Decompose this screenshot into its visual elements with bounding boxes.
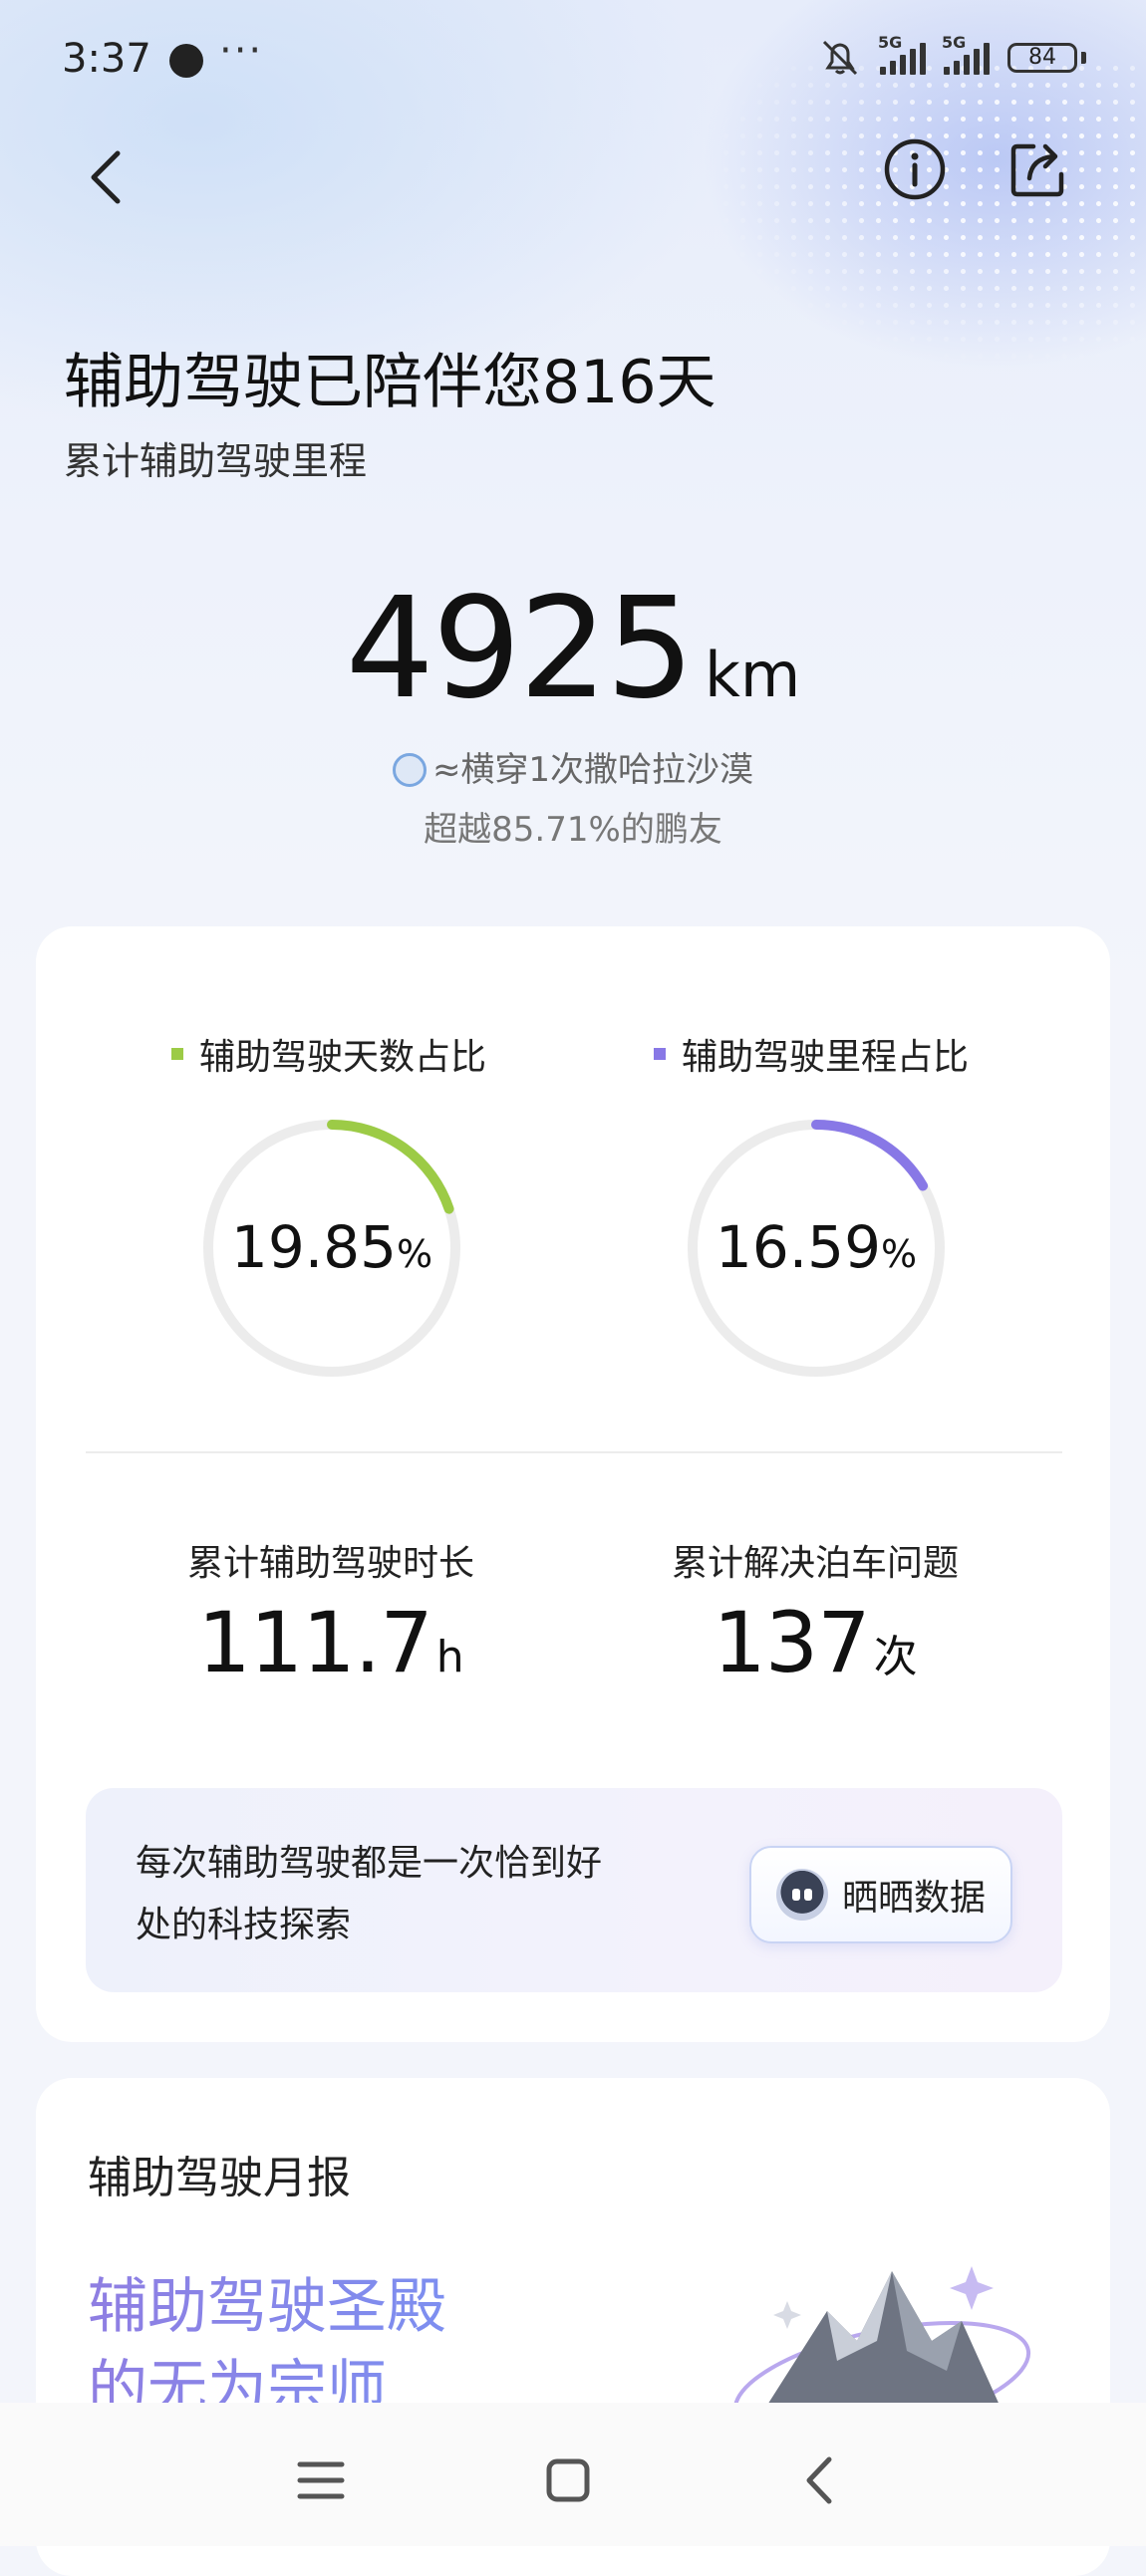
mileage-unit: km [704, 639, 801, 711]
robot-icon [775, 1869, 828, 1921]
share-data-label: 晒晒数据 [841, 1878, 986, 1919]
mileage-ratio-unit: % [880, 1232, 918, 1276]
more-notifications-icon: ··· [219, 28, 264, 74]
mileage-equivalent: ≈横穿1次撒哈拉沙漠 [0, 742, 1146, 791]
status-bar: 3:37 ··· 5G 5G 84 [0, 0, 1146, 120]
promo-text-line2: 处的科技探索 [136, 1905, 352, 1945]
mileage-value: 4925 [345, 568, 695, 730]
monthly-report-title: 辅助驾驶月报 [88, 2153, 351, 2203]
battery-icon: 84 [1007, 43, 1077, 73]
driving-duration-unit: h [435, 1632, 464, 1682]
hamburger-icon [297, 2461, 345, 2499]
share-data-button[interactable]: 晒晒数据 [749, 1846, 1012, 1943]
menu-key[interactable] [291, 2450, 351, 2510]
legend-marker-purple [654, 1048, 666, 1060]
promo-text-line1: 每次辅助驾驶都是一次恰到好 [136, 1843, 603, 1884]
mileage-rank: 超越85.71%的鹏友 [424, 810, 722, 850]
ring-progress-arc [327, 1120, 454, 1214]
signal-sim2-icon: 5G [942, 33, 990, 75]
mileage-ratio-label: 辅助驾驶里程占比 [682, 1037, 970, 1078]
parking-solved-label: 累计解决泊车问题 [671, 1543, 959, 1584]
mileage-ratio-legend: 辅助驾驶里程占比 [654, 1028, 969, 1080]
days-ratio-number: 19.85 [230, 1213, 397, 1281]
total-mileage: 4925 km [0, 568, 1146, 730]
globe-icon [392, 753, 427, 787]
sim1-network-label: 5G [878, 33, 903, 52]
legend-marker-green [171, 1048, 183, 1060]
signal-sim1-icon: 5G [878, 33, 926, 75]
parking-solved-value: 137次 [606, 1594, 1024, 1691]
days-ratio-label: 辅助驾驶天数占比 [199, 1037, 487, 1078]
square-icon [546, 2458, 590, 2502]
mileage-ratio-number: 16.59 [715, 1213, 881, 1281]
notification-icon [169, 44, 203, 78]
back-triangle-icon [806, 2456, 832, 2504]
back-button[interactable] [66, 137, 145, 217]
ring-progress-arc [811, 1120, 929, 1191]
info-icon [884, 138, 946, 200]
info-button[interactable] [875, 129, 955, 209]
divider [86, 1451, 1062, 1453]
driving-duration-number: 111.7 [197, 1594, 432, 1691]
equivalent-text: ≈横穿1次撒哈拉沙漠 [431, 750, 754, 790]
chevron-left-icon [91, 150, 121, 204]
back-key[interactable] [789, 2450, 849, 2510]
home-key[interactable] [538, 2450, 598, 2510]
driving-duration-value: 111.7h [122, 1594, 540, 1691]
parking-solved-unit: 次 [873, 1632, 918, 1682]
driving-duration-label: 累计辅助驾驶时长 [186, 1543, 474, 1584]
mute-bell-icon [822, 40, 858, 76]
headline-line1: 辅助驾驶圣殿 [88, 2272, 446, 2342]
parking-solved-number: 137 [713, 1594, 870, 1691]
page-subtitle: 累计辅助驾驶里程 [64, 439, 368, 483]
mileage-ratio-value: 16.59% [686, 1213, 947, 1281]
share-icon [1010, 143, 1064, 197]
sim2-network-label: 5G [942, 33, 967, 52]
days-ratio-value: 19.85% [201, 1213, 462, 1281]
promo-text: 每次辅助驾驶都是一次恰到好 处的科技探索 [136, 1833, 654, 1956]
page-title: 辅助驾驶已陪伴您816天 [64, 348, 716, 417]
status-time: 3:37 [62, 36, 151, 82]
days-ratio-legend: 辅助驾驶天数占比 [171, 1028, 486, 1080]
days-ratio-unit: % [396, 1232, 433, 1276]
battery-tip [1081, 52, 1086, 64]
share-button[interactable] [999, 129, 1078, 209]
status-indicators: 5G 5G 84 [818, 33, 1086, 78]
